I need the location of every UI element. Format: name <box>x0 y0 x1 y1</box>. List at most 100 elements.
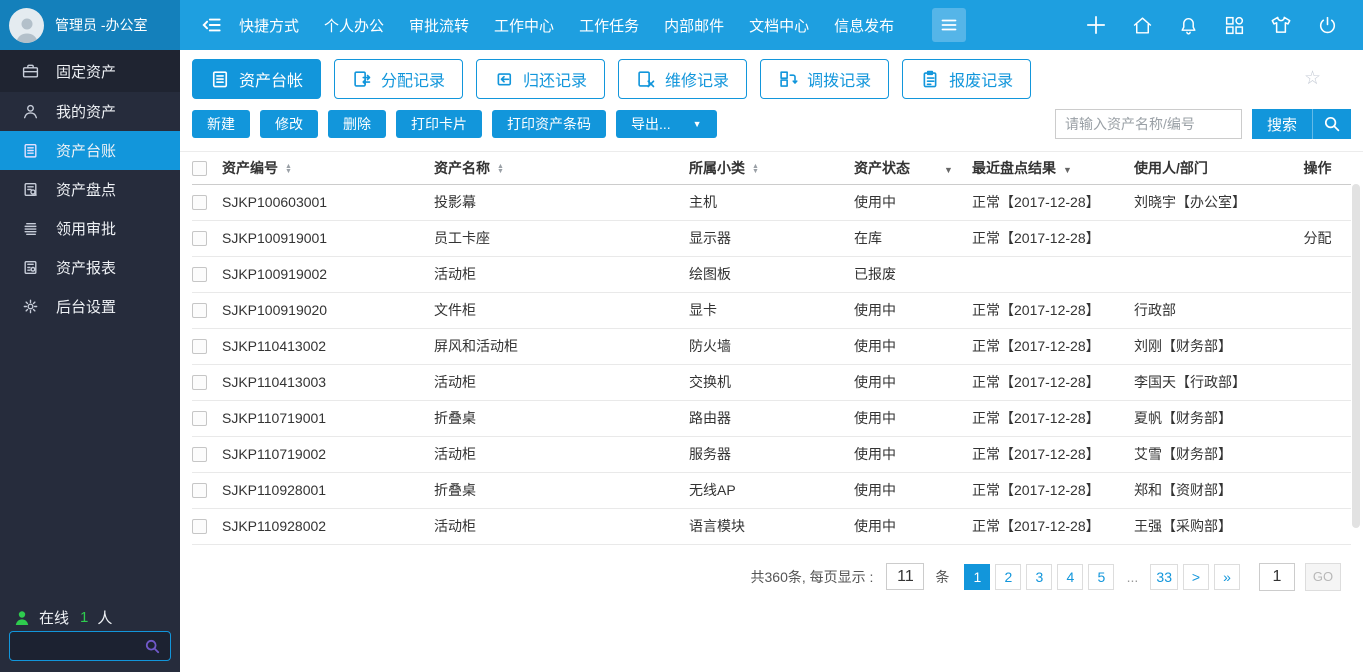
return-icon <box>494 69 514 89</box>
hamburger-menu-icon[interactable] <box>932 8 967 42</box>
page-button-1[interactable]: 1 <box>964 563 991 590</box>
per-page-input[interactable] <box>886 563 925 590</box>
sidebar-item-asset-ledger[interactable]: 资产台账 <box>0 131 180 170</box>
row-checkbox[interactable] <box>192 231 207 247</box>
cell-check-result: 正常【2017-12-28】 <box>972 508 1134 545</box>
nav-menu: 快捷方式 个人办公 审批流转 工作中心 工作任务 内部邮件 文档中心 信息发布 <box>239 15 894 36</box>
report-icon <box>22 259 39 276</box>
sidebar-item-fixed-assets[interactable]: 固定资产 <box>0 50 180 92</box>
favorite-star-icon[interactable]: ☆ <box>1304 67 1351 90</box>
tab-asset-ledger[interactable]: 资产台帐 <box>192 58 322 99</box>
row-checkbox[interactable] <box>192 195 207 211</box>
tab-transfer-records[interactable]: 调拨记录 <box>760 58 890 99</box>
nav-item-6[interactable]: 文档中心 <box>749 15 809 36</box>
sidebar-item-admin-settings[interactable]: 后台设置 <box>0 287 180 326</box>
print-card-button[interactable]: 打印卡片 <box>396 110 482 138</box>
cell-check-result: 正常【2017-12-28】 <box>972 292 1134 329</box>
table-scrollbar[interactable] <box>1352 184 1360 528</box>
sidebar-search-icon[interactable] <box>144 638 161 655</box>
tab-scrap-records[interactable]: 报废记录 <box>902 58 1032 99</box>
print-barcode-button[interactable]: 打印资产条码 <box>492 110 606 138</box>
page-button-5[interactable]: 5 <box>1088 563 1115 590</box>
row-checkbox[interactable] <box>192 411 207 427</box>
table-header-row: 资产编号 ▲ ▼ 资产名称 ▲ ▼ 所属小类 ▲ ▼ 资产状态 ▼ 最近盘点结果 ▼ 使用人/部门 操作 <box>192 152 1351 185</box>
action-buttons: 新建 修改 删除 打印卡片 打印资产条码 <box>192 110 606 138</box>
table-row[interactable]: SJKP110719001 折叠桌 路由器 使用中 正常【2017-12-28】 夏帆【财… <box>192 400 1351 437</box>
power-icon[interactable] <box>1316 14 1339 37</box>
table-row[interactable]: SJKP110928001 折叠桌 无线AP 使用中 正常【2017-12-28】 郑和【… <box>192 472 1351 509</box>
scrap-icon <box>920 69 940 89</box>
search-button[interactable]: 搜索 <box>1251 109 1351 139</box>
export-button[interactable]: 导出... ▼ <box>616 110 717 138</box>
nav-item-1[interactable]: 个人办公 <box>324 15 384 36</box>
nav-item-5[interactable]: 内部邮件 <box>664 15 724 36</box>
tab-repair-records[interactable]: 维修记录 <box>618 58 748 99</box>
table-row[interactable]: SJKP100919020 文件柜 显卡 使用中 正常【2017-12-28】 行政部 <box>192 292 1351 329</box>
home-icon[interactable] <box>1131 14 1154 37</box>
go-button[interactable]: GO <box>1305 562 1341 591</box>
page-button-33[interactable]: 33 <box>1150 563 1178 590</box>
table-row[interactable]: SJKP110719002 活动柜 服务器 使用中 正常【2017-12-28】 艾雪【财… <box>192 436 1351 473</box>
user-area[interactable]: 管理员 -办公室 <box>0 0 180 50</box>
filter-caret-icon[interactable]: ▼ <box>1063 165 1072 175</box>
goto-page-input[interactable] <box>1259 562 1295 591</box>
column-header-5: 使用人/部门 <box>1134 152 1284 185</box>
cell-check-result: 正常【2017-12-28】 <box>972 436 1134 473</box>
row-checkbox[interactable] <box>192 519 207 535</box>
tab-return-records[interactable]: 归还记录 <box>476 58 606 99</box>
table-row[interactable]: SJKP110928002 活动柜 语言模块 使用中 正常【2017-12-28】 王强【… <box>192 508 1351 545</box>
row-checkbox[interactable] <box>192 303 207 319</box>
add-icon[interactable] <box>1084 13 1108 37</box>
create-button[interactable]: 新建 <box>192 110 250 138</box>
table-row[interactable]: SJKP100603001 投影幕 主机 使用中 正常【2017-12-28】 刘晓宇【办… <box>192 184 1351 221</box>
modify-button[interactable]: 修改 <box>260 110 318 138</box>
sidebar-item-asset-reports[interactable]: 资产报表 <box>0 248 180 287</box>
page-button-3[interactable]: 3 <box>1026 563 1053 590</box>
header-checkbox-cell <box>192 152 222 185</box>
sidebar-item-requisition-approval[interactable]: 领用审批 <box>0 209 180 248</box>
nav-item-0[interactable]: 快捷方式 <box>239 15 299 36</box>
sidebar-search-input[interactable] <box>19 638 144 654</box>
select-all-checkbox[interactable] <box>192 161 207 177</box>
apps-grid-icon[interactable] <box>1223 14 1246 37</box>
cell-action <box>1284 508 1351 545</box>
table-row[interactable]: SJKP110413003 活动柜 交换机 使用中 正常【2017-12-28】 李国天【… <box>192 364 1351 401</box>
tab-assign-records[interactable]: 分配记录 <box>334 58 464 99</box>
table-row[interactable]: SJKP100919002 活动柜 绘图板 已报废 <box>192 256 1351 293</box>
table-row[interactable]: SJKP100919001 员工卡座 显示器 在库 正常【2017-12-28】 分配 <box>192 220 1351 257</box>
row-checkbox[interactable] <box>192 375 207 391</box>
cell-action <box>1284 400 1351 437</box>
sidebar-item-label: 资产报表 <box>56 260 117 277</box>
nav-item-3[interactable]: 工作中心 <box>494 15 554 36</box>
sidebar-item-asset-inventory[interactable]: 资产盘点 <box>0 170 180 209</box>
filter-caret-icon[interactable]: ▼ <box>944 165 953 175</box>
cell-check-result <box>972 256 1134 293</box>
delete-button[interactable]: 删除 <box>328 110 386 138</box>
cell-action[interactable]: 分配 <box>1284 220 1351 257</box>
sort-icon[interactable]: ▲ ▼ <box>285 163 292 175</box>
bell-icon[interactable] <box>1177 14 1200 37</box>
row-checkbox[interactable] <box>192 483 207 499</box>
row-checkbox[interactable] <box>192 339 207 355</box>
row-checkbox[interactable] <box>192 447 207 463</box>
row-checkbox[interactable] <box>192 267 207 283</box>
column-header-2: 所属小类 ▲ ▼ <box>689 152 854 185</box>
page-button-4[interactable]: 4 <box>1057 563 1084 590</box>
next-page-button[interactable]: > <box>1183 563 1209 590</box>
nav-item-2[interactable]: 审批流转 <box>409 15 469 36</box>
sort-icon[interactable]: ▲ ▼ <box>752 163 759 175</box>
search-input[interactable] <box>1054 109 1242 139</box>
cell-category: 无线AP <box>689 472 854 509</box>
page-button-2[interactable]: 2 <box>995 563 1022 590</box>
theme-shirt-icon[interactable] <box>1269 13 1293 37</box>
menu-fold-icon[interactable] <box>200 13 224 37</box>
row-checkbox-cell <box>192 184 222 221</box>
cell-check-result: 正常【2017-12-28】 <box>972 364 1134 401</box>
last-page-button[interactable]: » <box>1214 563 1240 590</box>
nav-item-7[interactable]: 信息发布 <box>834 15 894 36</box>
sidebar-item-my-assets[interactable]: 我的资产 <box>0 92 180 131</box>
row-checkbox-cell <box>192 220 222 257</box>
nav-item-4[interactable]: 工作任务 <box>579 15 639 36</box>
sort-icon[interactable]: ▲ ▼ <box>497 163 504 175</box>
table-row[interactable]: SJKP110413002 屏风和活动柜 防火墙 使用中 正常【2017-12-28】刘… <box>192 328 1351 365</box>
